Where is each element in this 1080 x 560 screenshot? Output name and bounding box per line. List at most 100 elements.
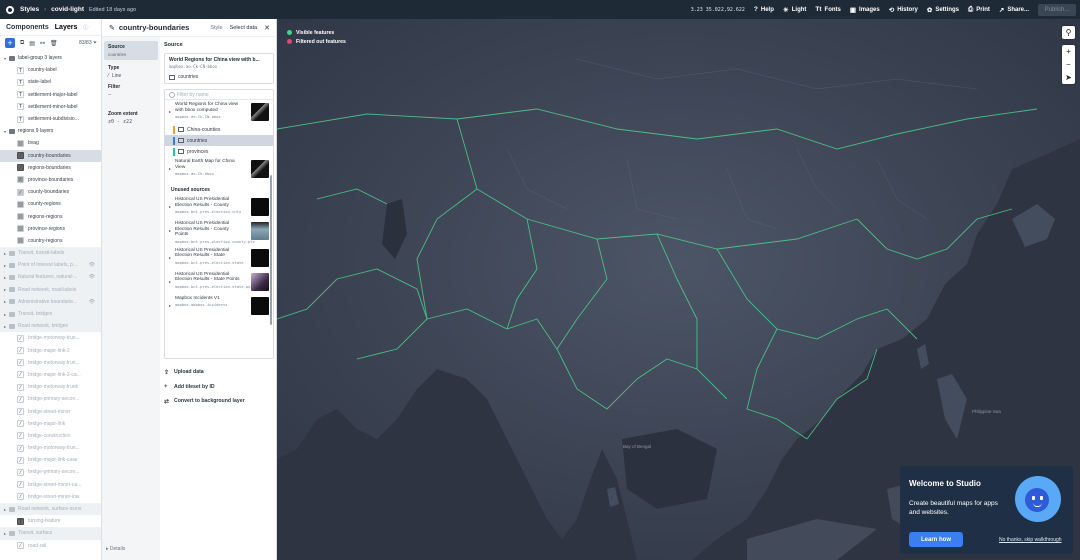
source-item[interactable]: ▸ Historical US Presidential Election Res…	[165, 246, 273, 270]
help-button[interactable]: ? Help	[754, 6, 774, 13]
layer-row[interactable]: county-regions	[0, 198, 101, 210]
light-button[interactable]: ☀ Light	[783, 6, 807, 14]
layer-row[interactable]: ⁄ bridge-primary-secon...	[0, 393, 101, 405]
layer-row[interactable]: ⁄ bridge-motorway-trunk	[0, 381, 101, 393]
print-button[interactable]: ⎙ Print	[968, 6, 990, 14]
source-item[interactable]: ▸ Historical US Presidential Election Res…	[165, 195, 273, 219]
source-layer-item[interactable]: provinces	[165, 146, 273, 157]
publish-button[interactable]: Publish...	[1038, 3, 1076, 16]
layer-group-row[interactable]: ▸ Transit, surface	[0, 527, 101, 540]
tab-components[interactable]: Components	[6, 24, 49, 31]
layer-row[interactable]: Tsettlement-minor-label	[0, 101, 101, 113]
search-icon[interactable]: ⚲	[1062, 26, 1075, 39]
add-layer-button[interactable]: +	[5, 38, 15, 48]
layer-row[interactable]: Tsettlement-major-label	[0, 89, 101, 101]
source-item[interactable]: ▸ Historical US Presidential Election Res…	[165, 219, 273, 246]
layer-row[interactable]: regions-regions	[0, 210, 101, 222]
chevron-right-icon[interactable]: ▸	[169, 109, 171, 114]
property-zoom-extent[interactable]: Zoom extent z0 - z22	[102, 106, 160, 125]
layer-row[interactable]: ⁄ county-boundaries	[0, 186, 101, 198]
layer-group-row[interactable]: ▸ Transit, bridges	[0, 307, 101, 321]
layer-row[interactable]: ⁄ bridge-construction	[0, 430, 101, 442]
layer-row[interactable]: Tstate-label	[0, 76, 101, 88]
layer-row[interactable]: ⁄ bridge-motorway-trun...	[0, 442, 101, 454]
current-source-card[interactable]: World Regions for China view with b... m…	[164, 53, 274, 84]
source-list-scrollbar[interactable]	[270, 175, 272, 325]
details-toggle[interactable]: ▸ Details	[106, 546, 125, 552]
source-item[interactable]: ▸ World Regions for China view with bbox …	[165, 100, 273, 124]
property-type[interactable]: Type ⁄ Line	[102, 60, 160, 79]
layer-group-row[interactable]: ▸ Transit, transit-labels	[0, 247, 101, 260]
mapbox-logo-icon[interactable]	[6, 5, 14, 14]
images-button[interactable]: ▣ Images	[850, 6, 880, 14]
layer-row[interactable]: ⁄ regions-boundaries	[0, 162, 101, 174]
layer-row[interactable]: ⁄ bridge-major-link-2-ca...	[0, 369, 101, 381]
layer-group-row[interactable]: ▾ regions 9 layers	[0, 125, 101, 137]
layer-row[interactable]: ⁄ province-boundaries	[0, 174, 101, 186]
chevron-right-icon[interactable]: ▸	[169, 303, 171, 308]
learn-how-button[interactable]: Learn how	[909, 532, 963, 547]
chevron-right-icon[interactable]: ▸	[169, 204, 171, 209]
source-item[interactable]: ▸ Mapbox Incidents V1 mapbox.mapbox-incide…	[165, 294, 273, 318]
layer-row[interactable]: Tcountry-label	[0, 64, 101, 76]
layer-group-row[interactable]: ▸ Natural features, natural-... 👁	[0, 271, 101, 284]
source-item[interactable]: ▸ Historical US Presidential Election Res…	[165, 270, 273, 294]
compass-button[interactable]: ➤	[1062, 71, 1075, 84]
layer-group-row[interactable]: ▸ Point of interest labels, p... 👁	[0, 259, 101, 272]
layer-row[interactable]: ⁄ bridge-motorway-trun...	[0, 357, 101, 369]
layer-row[interactable]: province-regions	[0, 223, 101, 235]
property-filter[interactable]: Filter --	[102, 79, 160, 98]
hidden-eye-icon[interactable]: 👁	[89, 299, 95, 305]
zoom-in-button[interactable]: +	[1062, 45, 1075, 58]
styles-link[interactable]: Styles	[20, 6, 39, 13]
group-icon[interactable]: ▤	[29, 40, 35, 47]
layer-count[interactable]: 83/83 ⏷	[79, 40, 97, 46]
duplicate-icon[interactable]: ⧉	[20, 40, 24, 47]
skip-walkthrough-link[interactable]: No thanks, skip walkthrough	[999, 537, 1062, 543]
settings-button[interactable]: ✿ Settings	[927, 6, 959, 14]
layer-group-row[interactable]: ▸ Road network, road-labels	[0, 283, 101, 296]
layer-row[interactable]: ⁄ road-rail	[0, 540, 101, 552]
layer-row[interactable]: Tsettlement-subdivisio...	[0, 113, 101, 125]
source-item[interactable]: ▸ Natural Earth Map for China View mapbox.…	[165, 157, 273, 181]
layer-row[interactable]: ⁄ bridge-motorway-trun...	[0, 332, 101, 344]
layer-row[interactable]: ⁄ bridge-street-minor	[0, 405, 101, 417]
history-button[interactable]: ⟲ History	[889, 6, 918, 14]
source-filter-input[interactable]: Filter by name	[165, 90, 273, 100]
share-button[interactable]: ↗ Share...	[999, 6, 1029, 14]
layer-row[interactable]: ⁄ bridge-street-minor-low	[0, 491, 101, 503]
layer-row[interactable]: country-regions	[0, 235, 101, 247]
chevron-right-icon[interactable]: ▸	[169, 279, 171, 284]
layer-group-row[interactable]: ▸ Administrative boundarie... 👁	[0, 295, 101, 308]
map-search-control[interactable]: ⚲	[1062, 26, 1075, 39]
source-layer-item[interactable]: China-counties	[165, 124, 273, 135]
layer-row[interactable]: ⁄ bridge-primary-secon...	[0, 466, 101, 478]
hidden-eye-icon[interactable]: 👁	[89, 274, 95, 280]
convert-to-background-layerbutton[interactable]: ⇄ Convert to background layer	[164, 394, 274, 409]
chevron-right-icon[interactable]: ▸	[169, 166, 171, 171]
link-icon[interactable]: ⚯	[40, 40, 45, 47]
chevron-right-icon[interactable]: ▸	[169, 255, 171, 260]
layer-group-row[interactable]: ▾ label-group 3 layers	[0, 52, 101, 64]
layer-row[interactable]: ⁄ bridge-major-link-2	[0, 345, 101, 357]
layer-row[interactable]: Tturning-feature	[0, 515, 101, 527]
add-tileset-by-idbutton[interactable]: + Add tileset by ID	[164, 380, 274, 395]
tab-style[interactable]: Style	[210, 25, 222, 31]
upload-databutton[interactable]: ⇪ Upload data	[164, 365, 274, 380]
layer-group-row[interactable]: ▸ Road network, surface-icons	[0, 502, 101, 516]
layer-group-row[interactable]: ▸ Road network, bridges	[0, 320, 101, 333]
tab-layers[interactable]: Layers	[55, 24, 78, 31]
style-name[interactable]: covid-light	[51, 6, 84, 13]
info-icon[interactable]: ⓘ	[83, 24, 88, 31]
layer-row[interactable]: bvag	[0, 137, 101, 149]
hidden-eye-icon[interactable]: 👁	[89, 262, 95, 268]
source-layer-item[interactable]: countries	[165, 135, 273, 146]
layer-title[interactable]: country-boundaries	[119, 23, 189, 32]
layer-row[interactable]: ⁄ bridge-street-minor-ca...	[0, 479, 101, 491]
fonts-button[interactable]: Tt Fonts	[815, 6, 840, 13]
property-source[interactable]: Source countries	[104, 41, 158, 60]
trash-icon[interactable]: 🗑	[50, 40, 58, 47]
close-icon[interactable]: ✕	[264, 24, 270, 32]
layer-row[interactable]: ⁄ bridge-major-link-case	[0, 454, 101, 466]
layer-row[interactable]: ⁄ bridge-major-link	[0, 418, 101, 430]
